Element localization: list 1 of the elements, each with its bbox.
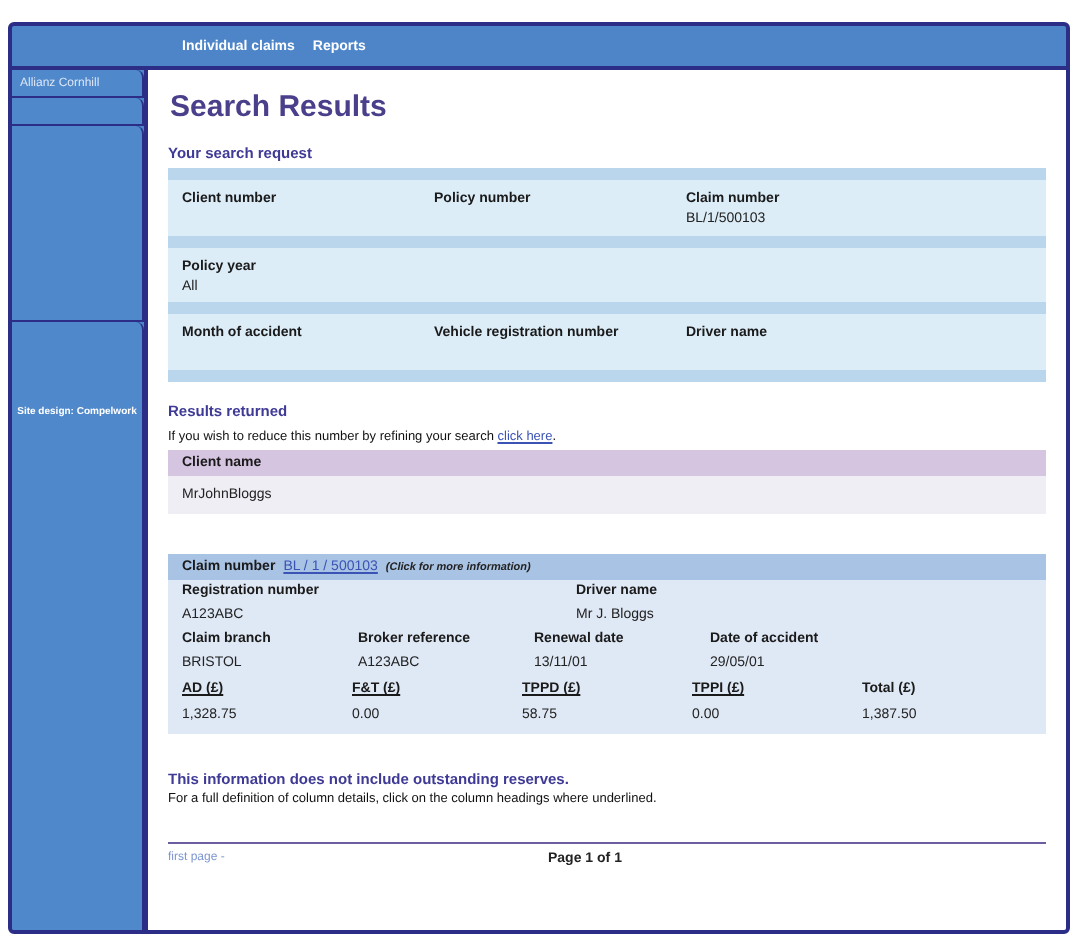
page-title: Search Results <box>170 90 389 124</box>
